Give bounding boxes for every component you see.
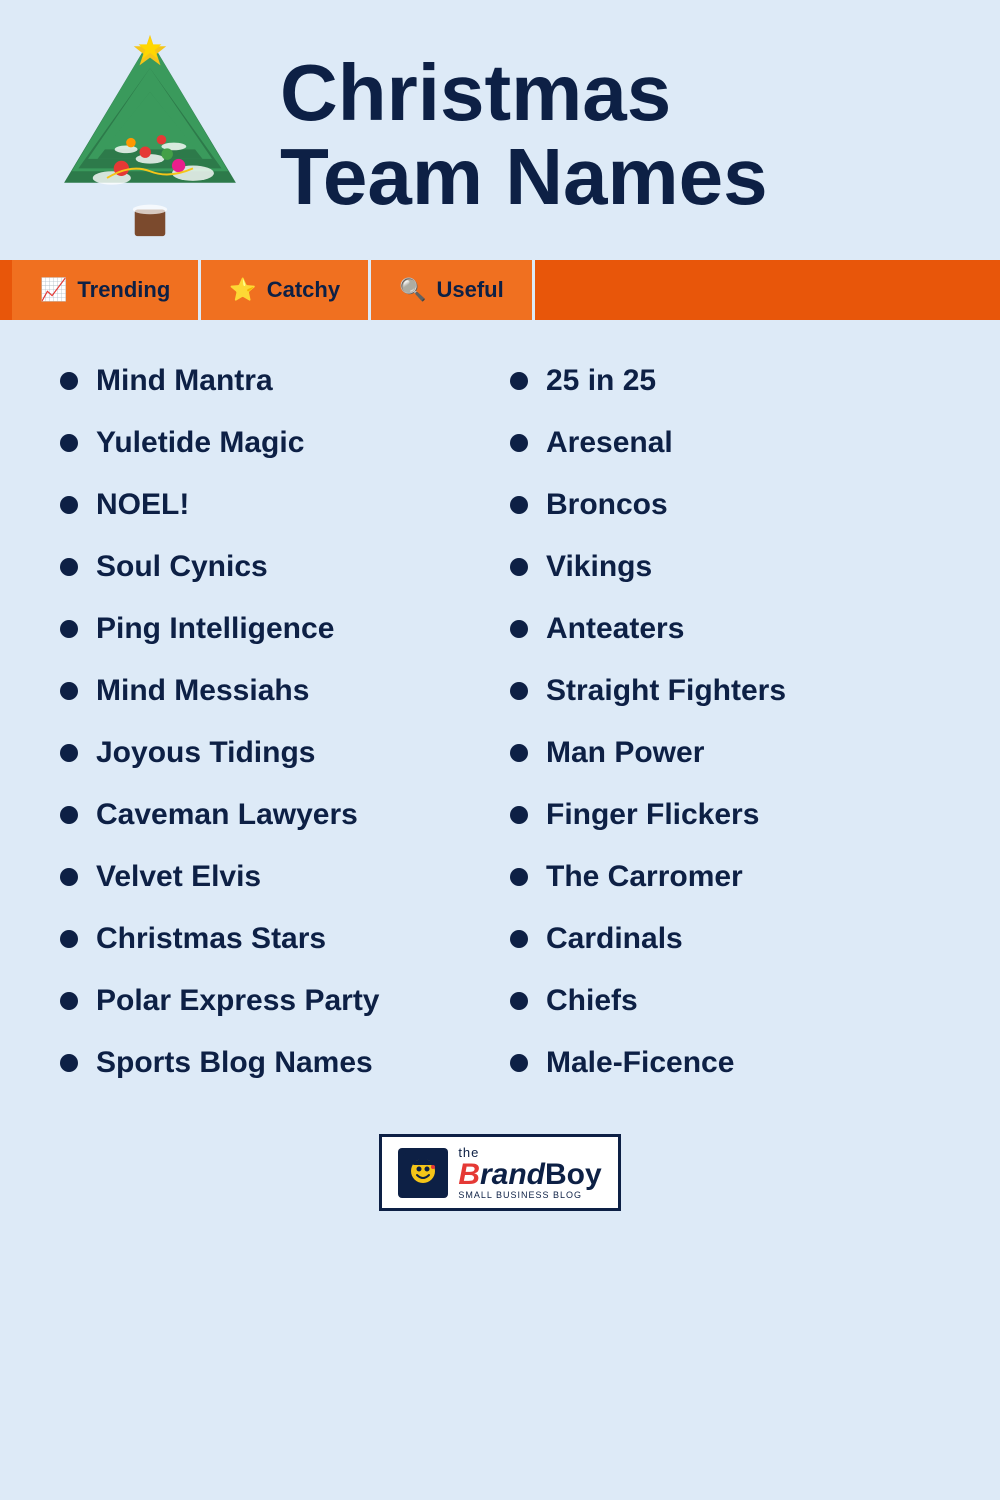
item-label: Male-Ficence	[546, 1046, 734, 1080]
brandboy-logo[interactable]: the BBrandBoyrandBoy SMALL BUSINESS BLOG	[379, 1134, 620, 1211]
list-item: Polar Express Party	[50, 970, 500, 1032]
item-label: Mind Mantra	[96, 364, 273, 398]
list-column-left: Mind Mantra Yuletide Magic NOEL! Soul Cy…	[50, 350, 500, 1094]
list-item: Ping Intelligence	[50, 598, 500, 660]
item-label: Caveman Lawyers	[96, 798, 358, 832]
nav-right-accent	[535, 260, 1000, 320]
logo-subtitle: SMALL BUSINESS BLOG	[458, 1190, 582, 1200]
list-item: Man Power	[500, 722, 950, 784]
list-item: Mind Mantra	[50, 350, 500, 412]
list-item: Caveman Lawyers	[50, 784, 500, 846]
trending-icon: 📈	[40, 277, 67, 303]
bullet-icon	[510, 744, 528, 762]
item-label: Mind Messiahs	[96, 674, 309, 708]
item-label: Man Power	[546, 736, 704, 770]
bullet-icon	[60, 496, 78, 514]
page-header: Christmas Team Names	[0, 0, 1000, 250]
item-label: Vikings	[546, 550, 652, 584]
bullet-icon	[510, 682, 528, 700]
list-item: NOEL!	[50, 474, 500, 536]
tab-catchy-label: Catchy	[267, 277, 340, 303]
list-item: Velvet Elvis	[50, 846, 500, 908]
bullet-icon	[60, 744, 78, 762]
list-item: 25 in 25	[500, 350, 950, 412]
item-label: Joyous Tidings	[96, 736, 315, 770]
item-label: Sports Blog Names	[96, 1046, 373, 1080]
list-item: Broncos	[500, 474, 950, 536]
bullet-icon	[60, 806, 78, 824]
logo-text: the BBrandBoyrandBoy SMALL BUSINESS BLOG	[458, 1145, 601, 1200]
tab-catchy[interactable]: ⭐ Catchy	[201, 260, 371, 320]
item-label: Soul Cynics	[96, 550, 268, 584]
bullet-icon	[60, 558, 78, 576]
catchy-icon: ⭐	[229, 277, 256, 303]
list-item: Chiefs	[500, 970, 950, 1032]
list-item: Vikings	[500, 536, 950, 598]
tab-trending[interactable]: 📈 Trending	[12, 260, 201, 320]
bullet-icon	[60, 434, 78, 452]
list-item: Christmas Stars	[50, 908, 500, 970]
item-label: Ping Intelligence	[96, 612, 334, 646]
list-item: Sports Blog Names	[50, 1032, 500, 1094]
bullet-icon	[510, 620, 528, 638]
item-label: Christmas Stars	[96, 922, 326, 956]
bullet-icon	[510, 496, 528, 514]
bullet-icon	[510, 806, 528, 824]
list-column-right: 25 in 25 Aresenal Broncos Vikings Anteat…	[500, 350, 950, 1094]
tab-useful[interactable]: 🔍 Useful	[371, 260, 535, 320]
bullet-icon	[60, 992, 78, 1010]
bullet-icon	[510, 1054, 528, 1072]
bullet-icon	[510, 434, 528, 452]
bullet-icon	[510, 992, 528, 1010]
nav-tabs-bar: 📈 Trending ⭐ Catchy 🔍 Useful	[0, 260, 1000, 320]
item-label: 25 in 25	[546, 364, 656, 398]
bullet-icon	[510, 868, 528, 886]
list-item: Aresenal	[500, 412, 950, 474]
tree-illustration	[40, 30, 260, 240]
footer: the BBrandBoyrandBoy SMALL BUSINESS BLOG	[0, 1114, 1000, 1241]
two-column-list: Mind Mantra Yuletide Magic NOEL! Soul Cy…	[50, 350, 950, 1094]
item-label: The Carromer	[546, 860, 743, 894]
item-label: Velvet Elvis	[96, 860, 261, 894]
item-label: Yuletide Magic	[96, 426, 304, 460]
content-area: Mind Mantra Yuletide Magic NOEL! Soul Cy…	[0, 320, 1000, 1114]
logo-mascot-icon	[398, 1148, 448, 1198]
bullet-icon	[510, 930, 528, 948]
bullet-icon	[60, 930, 78, 948]
item-label: Polar Express Party	[96, 984, 380, 1018]
list-item: The Carromer	[500, 846, 950, 908]
item-label: Broncos	[546, 488, 668, 522]
list-item: Straight Fighters	[500, 660, 950, 722]
bullet-icon	[60, 620, 78, 638]
item-label: Straight Fighters	[546, 674, 786, 708]
tab-trending-label: Trending	[77, 277, 170, 303]
useful-icon: 🔍	[399, 277, 426, 303]
bullet-icon	[60, 1054, 78, 1072]
item-label: Anteaters	[546, 612, 684, 646]
list-item: Finger Flickers	[500, 784, 950, 846]
nav-left-accent	[0, 260, 12, 320]
list-item: Soul Cynics	[50, 536, 500, 598]
list-item: Yuletide Magic	[50, 412, 500, 474]
bullet-icon	[60, 868, 78, 886]
page-title: Christmas Team Names	[280, 51, 960, 219]
item-label: Chiefs	[546, 984, 638, 1018]
tab-useful-label: Useful	[436, 277, 503, 303]
list-item: Joyous Tidings	[50, 722, 500, 784]
list-item: Anteaters	[500, 598, 950, 660]
main-title-container: Christmas Team Names	[280, 51, 960, 219]
logo-brand-text: BBrandBoyrandBoy	[458, 1160, 601, 1190]
bullet-icon	[60, 682, 78, 700]
list-item: Male-Ficence	[500, 1032, 950, 1094]
bullet-icon	[60, 372, 78, 390]
item-label: Cardinals	[546, 922, 683, 956]
item-label: NOEL!	[96, 488, 189, 522]
list-item: Mind Messiahs	[50, 660, 500, 722]
bullet-icon	[510, 372, 528, 390]
bullet-icon	[510, 558, 528, 576]
item-label: Aresenal	[546, 426, 673, 460]
list-item: Cardinals	[500, 908, 950, 970]
item-label: Finger Flickers	[546, 798, 759, 832]
